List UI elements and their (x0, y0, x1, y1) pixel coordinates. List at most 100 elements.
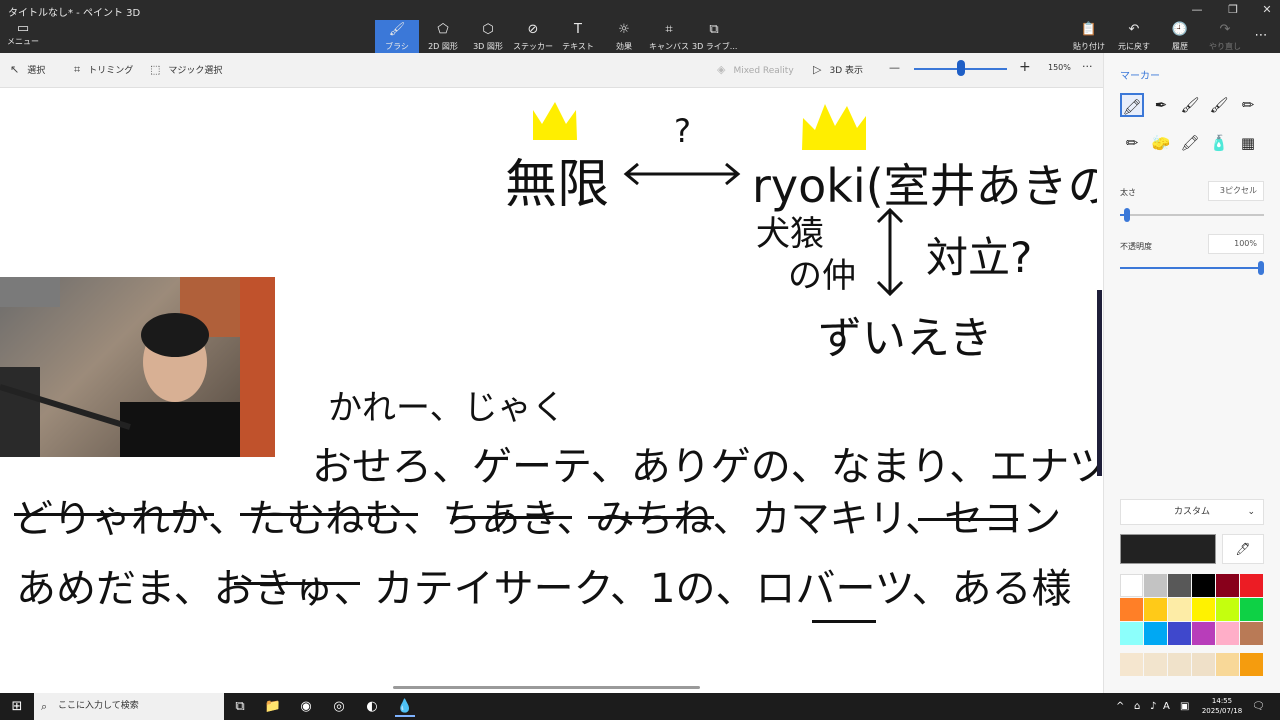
opacity-slider[interactable] (1120, 261, 1264, 275)
webcam-overlay (0, 277, 275, 457)
pixel-pen-button[interactable]: ✏ (1236, 93, 1260, 117)
opacity-input[interactable]: 100% (1208, 234, 1264, 254)
tool-effects[interactable]: ☼ 効果 (602, 20, 646, 53)
more-options-button[interactable]: ⋯ (1246, 20, 1276, 53)
color-swatch[interactable] (1240, 598, 1263, 621)
tool-3d-library[interactable]: ⧉ 3D ライブ... (692, 20, 737, 53)
color-swatch[interactable] (1120, 574, 1143, 597)
trim-button[interactable]: ⌗ トリミング (74, 63, 133, 77)
history-button[interactable]: 🕘 履歴 (1158, 20, 1202, 53)
chrome-button[interactable]: ◉ (296, 697, 316, 717)
color-swatch[interactable] (1192, 598, 1215, 621)
spray-can-button[interactable]: 🧴 (1207, 131, 1231, 155)
tool-text[interactable]: T テキスト (556, 20, 600, 53)
undo-button[interactable]: ↶ 元に戻す (1112, 20, 1156, 53)
orange-app-button[interactable]: ◐ (362, 697, 382, 717)
tool-3d-shapes[interactable]: ⬡ 3D 図形 (466, 20, 510, 53)
color-swatch[interactable] (1120, 598, 1143, 621)
calligraphy-brush-button[interactable]: ✒ (1149, 93, 1173, 117)
color-swatch[interactable] (1216, 574, 1239, 597)
opacity-slider-thumb[interactable] (1258, 261, 1264, 275)
tray-overflow-button[interactable]: ^ (1116, 693, 1124, 720)
custom-color-swatch[interactable] (1192, 653, 1215, 676)
canvas-horizontal-scrollbar[interactable] (393, 686, 700, 689)
color-swatch[interactable] (1144, 622, 1167, 645)
color-mode-dropdown[interactable]: カスタム ⌄ (1120, 499, 1264, 525)
color-swatch[interactable] (1144, 574, 1167, 597)
zoom-slider-thumb[interactable] (957, 60, 965, 76)
oil-brush-button[interactable]: 🖌 (1178, 93, 1202, 117)
view-more-button[interactable]: ··· (1082, 60, 1093, 73)
color-swatch[interactable] (1168, 598, 1191, 621)
eyedropper-button[interactable]: 🖊 (1222, 534, 1264, 564)
volume-icon[interactable]: ♪ (1150, 693, 1156, 720)
sub-toolbar: ↖ 選択 ⌗ トリミング ⬚ マジック選択 ◈ Mixed Reality ▷ 3D 表示… (0, 53, 1103, 88)
color-swatch[interactable] (1216, 622, 1239, 645)
fill-button[interactable]: ▦ (1236, 131, 1260, 155)
crayon-button[interactable]: 🖍 (1178, 131, 1202, 155)
color-swatch[interactable] (1168, 622, 1191, 645)
watercolor-brush-button[interactable]: 🖌 (1207, 93, 1231, 117)
zoom-level[interactable]: 150% (1048, 63, 1071, 72)
action-label: 元に戻す (1118, 42, 1150, 51)
mixed-reality-button[interactable]: ◈ Mixed Reality (717, 63, 794, 76)
view-3d-button[interactable]: ▷ 3D 表示 (813, 63, 863, 76)
color-swatch[interactable] (1120, 622, 1143, 645)
network-icon[interactable]: ⌂ (1134, 693, 1140, 720)
color-swatch[interactable] (1240, 622, 1263, 645)
webcam-image (0, 277, 275, 457)
obs-button[interactable]: ◎ (329, 697, 349, 717)
maximize-button[interactable]: ❐ (1214, 2, 1252, 18)
brush-icon: 🖌 (388, 22, 406, 37)
strikethrough-line (918, 518, 1018, 521)
pencil-brush-button[interactable]: ✏ (1120, 131, 1144, 155)
custom-color-swatch[interactable] (1120, 653, 1143, 676)
color-swatch[interactable] (1144, 598, 1167, 621)
paste-button[interactable]: 📋 貼り付け (1067, 20, 1111, 53)
tool-canvas[interactable]: ⌗ キャンバス (647, 20, 691, 53)
custom-color-swatch[interactable] (1168, 653, 1191, 676)
redo-button[interactable]: ↷ やり直し (1203, 20, 1247, 53)
ime-icon[interactable]: ▣ (1180, 693, 1189, 720)
color-swatch[interactable] (1168, 574, 1191, 597)
menu-button[interactable]: ▭ メニュー (6, 22, 40, 50)
thickness-slider-thumb[interactable] (1124, 208, 1130, 222)
color-swatch[interactable] (1216, 598, 1239, 621)
close-button[interactable]: ✕ (1248, 2, 1280, 18)
taskbar-search-box[interactable]: ⌕ ここに入力して検索 (34, 693, 224, 720)
file-explorer-button[interactable]: 📁 (263, 697, 283, 717)
custom-color-swatch[interactable] (1240, 653, 1263, 676)
current-color-swatch[interactable] (1120, 534, 1216, 564)
tool-brush[interactable]: 🖌 ブラシ (375, 20, 419, 53)
eraser-button[interactable]: 🧽 (1149, 131, 1173, 155)
clock-time: 14:55 (1211, 697, 1233, 705)
ime-mode-indicator[interactable]: A (1163, 693, 1170, 720)
action-label: やり直し (1209, 42, 1241, 51)
zoom-out-button[interactable]: — (889, 61, 900, 74)
canvas-icon: ⌗ (665, 22, 673, 37)
thickness-slider[interactable] (1120, 208, 1264, 222)
strikethrough-line (234, 582, 360, 585)
tool-stickers[interactable]: ⊘ ステッカー (511, 20, 555, 53)
magic-select-button[interactable]: ⬚ マジック選択 (150, 63, 222, 76)
color-swatch[interactable] (1240, 574, 1263, 597)
notification-button[interactable]: 🗨 (1252, 693, 1265, 720)
color-swatch[interactable] (1192, 622, 1215, 645)
select-button[interactable]: ↖ 選択 (10, 63, 45, 76)
marker-brush-button[interactable]: 🖍 (1120, 93, 1144, 117)
zoom-in-button[interactable]: + (1019, 59, 1031, 75)
custom-color-swatch[interactable] (1216, 653, 1239, 676)
window-title: タイトルなし* - ペイント 3D (8, 8, 141, 19)
thickness-input[interactable]: 3ピクセル (1208, 181, 1264, 201)
start-button[interactable]: ⊞ (0, 693, 34, 720)
task-view-button[interactable]: ⧉ (230, 697, 250, 717)
ink-text: 対立? (926, 233, 1033, 282)
tool-2d-shapes[interactable]: ⬠ 2D 図形 (421, 20, 465, 53)
taskbar-clock[interactable]: 14:55 2025/07/18 (1200, 696, 1244, 716)
paint-3d-taskbar-button[interactable]: 💧 (395, 697, 415, 717)
custom-color-swatch[interactable] (1144, 653, 1167, 676)
color-swatch[interactable] (1192, 574, 1215, 597)
minimize-button[interactable]: — (1178, 2, 1216, 18)
mixed-reality-icon: ◈ (717, 63, 726, 76)
canvas-vertical-scrollbar[interactable] (1097, 290, 1102, 476)
